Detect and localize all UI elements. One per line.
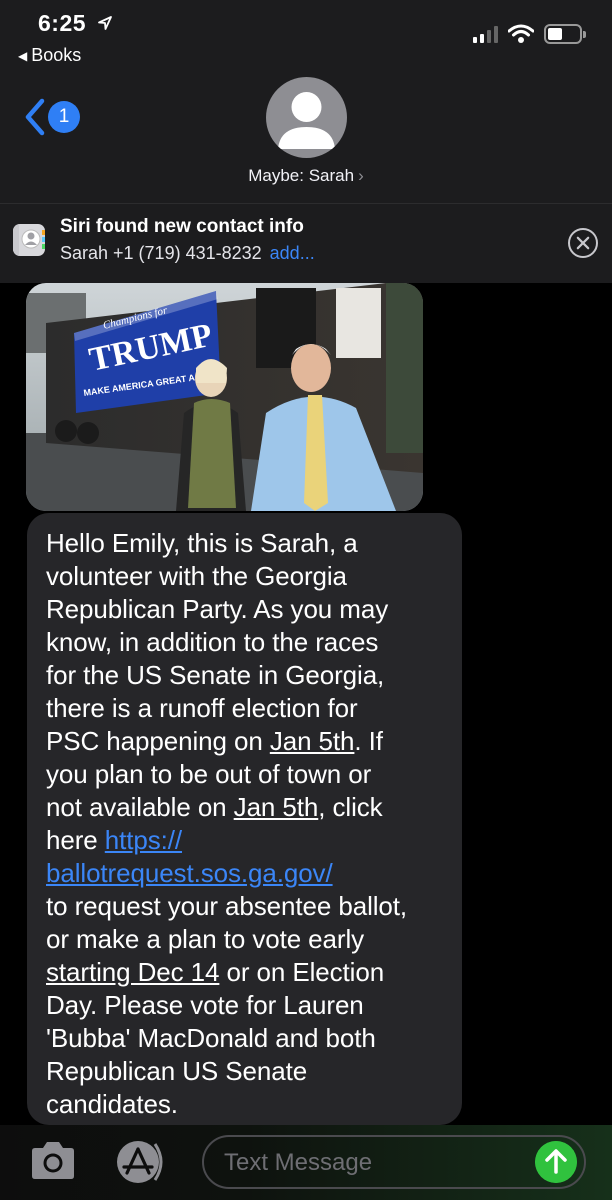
contact-avatar[interactable] xyxy=(266,77,347,158)
status-indicators xyxy=(473,24,586,44)
message-segment: Hello Emily, this is Sarah, a volunteer … xyxy=(46,528,389,756)
date-link[interactable]: Jan 5th xyxy=(270,726,355,756)
ballot-request-link[interactable]: https:// xyxy=(105,825,182,855)
contact-name: Maybe: Sarah xyxy=(248,166,355,185)
add-contact-link[interactable]: add... xyxy=(270,243,315,263)
message-input-placeholder: Text Message xyxy=(224,1149,373,1176)
date-link[interactable]: starting Dec 14 xyxy=(46,957,219,987)
status-time: 6:25 xyxy=(38,10,87,36)
back-to-app-link[interactable]: ◀ Books xyxy=(18,45,81,66)
message-input[interactable]: Text Message xyxy=(202,1135,586,1189)
person-silhouette-icon xyxy=(278,92,335,149)
date-link[interactable]: Jan 5th xyxy=(234,792,319,822)
chevron-left-icon xyxy=(25,98,45,136)
back-button[interactable]: 1 xyxy=(24,98,80,136)
location-arrow-icon xyxy=(98,16,112,30)
back-app-label: Books xyxy=(31,45,82,65)
unread-count-badge: 1 xyxy=(48,101,80,133)
send-arrow-icon[interactable] xyxy=(535,1141,577,1183)
message-bubble[interactable]: Hello Emily, this is Sarah, a volunteer … xyxy=(27,513,462,1125)
chevron-right-icon: › xyxy=(358,166,364,185)
siri-suggestion-title: Siri found new contact info xyxy=(60,216,304,237)
camera-icon[interactable] xyxy=(28,1141,78,1181)
contact-name-button[interactable]: Maybe: Sarah › xyxy=(0,166,612,186)
ballot-request-link[interactable]: ballotrequest.sos.ga.gov/ xyxy=(46,858,333,888)
message-text: Hello Emily, this is Sarah, a volunteer … xyxy=(46,527,444,1121)
close-icon[interactable] xyxy=(568,228,598,258)
suggested-contact-info: Sarah +1 (719) 431-8232 xyxy=(60,243,262,263)
battery-icon xyxy=(544,24,586,44)
wifi-icon xyxy=(508,24,534,43)
message-photo[interactable]: Champions for TRUMP MAKE AMERICA GREAT A… xyxy=(26,283,423,511)
back-triangle-icon: ◀ xyxy=(18,48,28,63)
contacts-app-icon xyxy=(13,224,45,256)
cellular-signal-icon xyxy=(473,25,498,43)
message-segment: to request your absentee ballot, or make… xyxy=(46,891,408,954)
siri-suggestion-detail: Sarah +1 (719) 431-8232 add... xyxy=(60,243,315,264)
app-store-icon[interactable] xyxy=(114,1139,170,1185)
